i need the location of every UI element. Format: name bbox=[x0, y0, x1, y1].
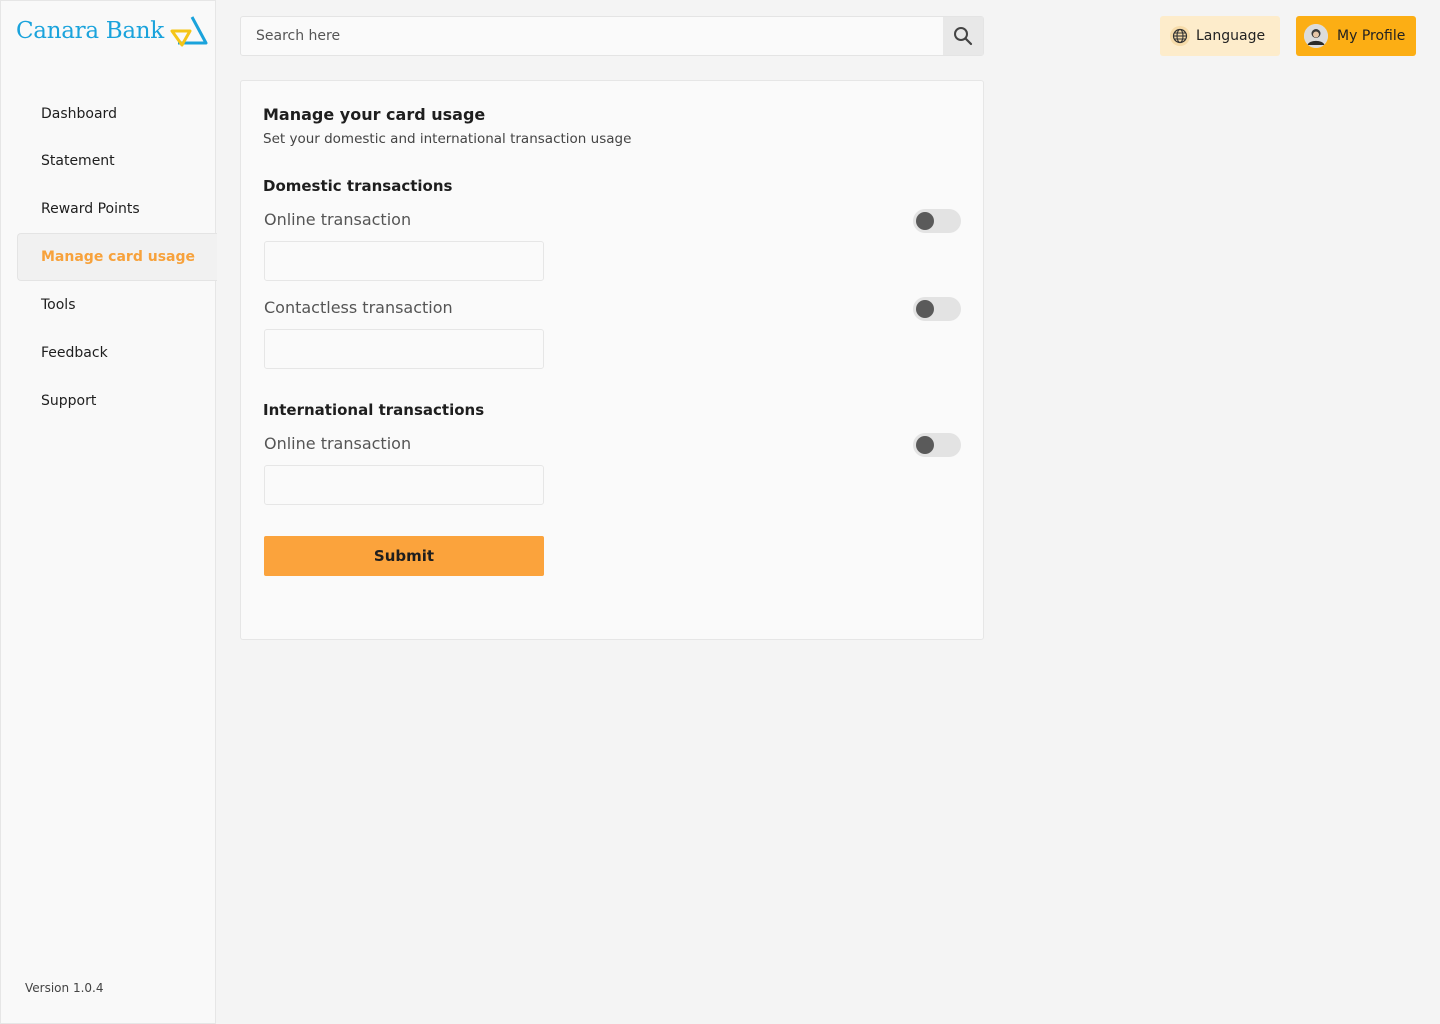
international-online-limit-input[interactable] bbox=[264, 465, 544, 505]
sidebar-item-statement[interactable]: Statement bbox=[17, 137, 217, 185]
language-label: Language bbox=[1196, 28, 1266, 44]
page-title: Manage your card usage bbox=[263, 105, 486, 124]
language-button[interactable]: Language bbox=[1160, 16, 1280, 56]
domestic-section-title: Domestic transactions bbox=[263, 177, 453, 195]
international-section-title: International transactions bbox=[263, 401, 485, 419]
sidebar-item-label: Statement bbox=[41, 153, 115, 169]
sidebar-item-dashboard[interactable]: Dashboard bbox=[17, 91, 217, 137]
domestic-contactless-limit-input[interactable] bbox=[264, 329, 544, 369]
search-input[interactable] bbox=[241, 17, 943, 55]
app-version: Version 1.0.4 bbox=[25, 981, 104, 995]
domestic-online-label: Online transaction bbox=[264, 210, 412, 229]
my-profile-label: My Profile bbox=[1337, 28, 1406, 44]
toggle-knob bbox=[916, 300, 934, 318]
domestic-online-toggle[interactable] bbox=[913, 209, 961, 233]
sidebar-item-feedback[interactable]: Feedback bbox=[17, 329, 217, 377]
sidebar-nav: Dashboard Statement Reward Points Manage… bbox=[17, 91, 217, 425]
sidebar-item-label: Feedback bbox=[41, 345, 108, 361]
domestic-online-limit-input[interactable] bbox=[264, 241, 544, 281]
sidebar-item-support[interactable]: Support bbox=[17, 377, 217, 425]
page-subtitle: Set your domestic and international tran… bbox=[263, 131, 632, 147]
sidebar-item-label: Dashboard bbox=[41, 106, 117, 122]
sidebar-item-reward-points[interactable]: Reward Points bbox=[17, 185, 217, 233]
my-profile-button[interactable]: My Profile bbox=[1296, 16, 1416, 56]
toggle-knob bbox=[916, 436, 934, 454]
sidebar-item-label: Tools bbox=[41, 297, 76, 313]
search-icon bbox=[954, 27, 973, 46]
sidebar-item-label: Reward Points bbox=[41, 201, 140, 217]
brand-logo[interactable]: Canara Bank bbox=[16, 15, 208, 47]
brand-name: Canara Bank bbox=[16, 18, 164, 44]
domestic-contactless-label: Contactless transaction bbox=[264, 298, 453, 317]
sidebar-item-label: Support bbox=[41, 393, 97, 409]
sidebar-item-label: Manage card usage bbox=[41, 249, 195, 265]
search-button[interactable] bbox=[943, 17, 983, 55]
sidebar-item-manage-card-usage[interactable]: Manage card usage bbox=[17, 233, 217, 281]
globe-icon bbox=[1170, 26, 1190, 46]
canara-logo-mark-icon bbox=[170, 16, 208, 47]
submit-button[interactable]: Submit bbox=[264, 536, 544, 576]
search-bar bbox=[240, 16, 984, 56]
manage-card-usage-panel: Manage your card usage Set your domestic… bbox=[240, 80, 984, 640]
sidebar-item-tools[interactable]: Tools bbox=[17, 281, 217, 329]
avatar bbox=[1304, 24, 1328, 48]
domestic-contactless-toggle[interactable] bbox=[913, 297, 961, 321]
sidebar: Canara Bank Dashboard Statement Reward P… bbox=[0, 0, 217, 1024]
international-online-toggle[interactable] bbox=[913, 433, 961, 457]
international-online-label: Online transaction bbox=[264, 434, 412, 453]
toggle-knob bbox=[916, 212, 934, 230]
